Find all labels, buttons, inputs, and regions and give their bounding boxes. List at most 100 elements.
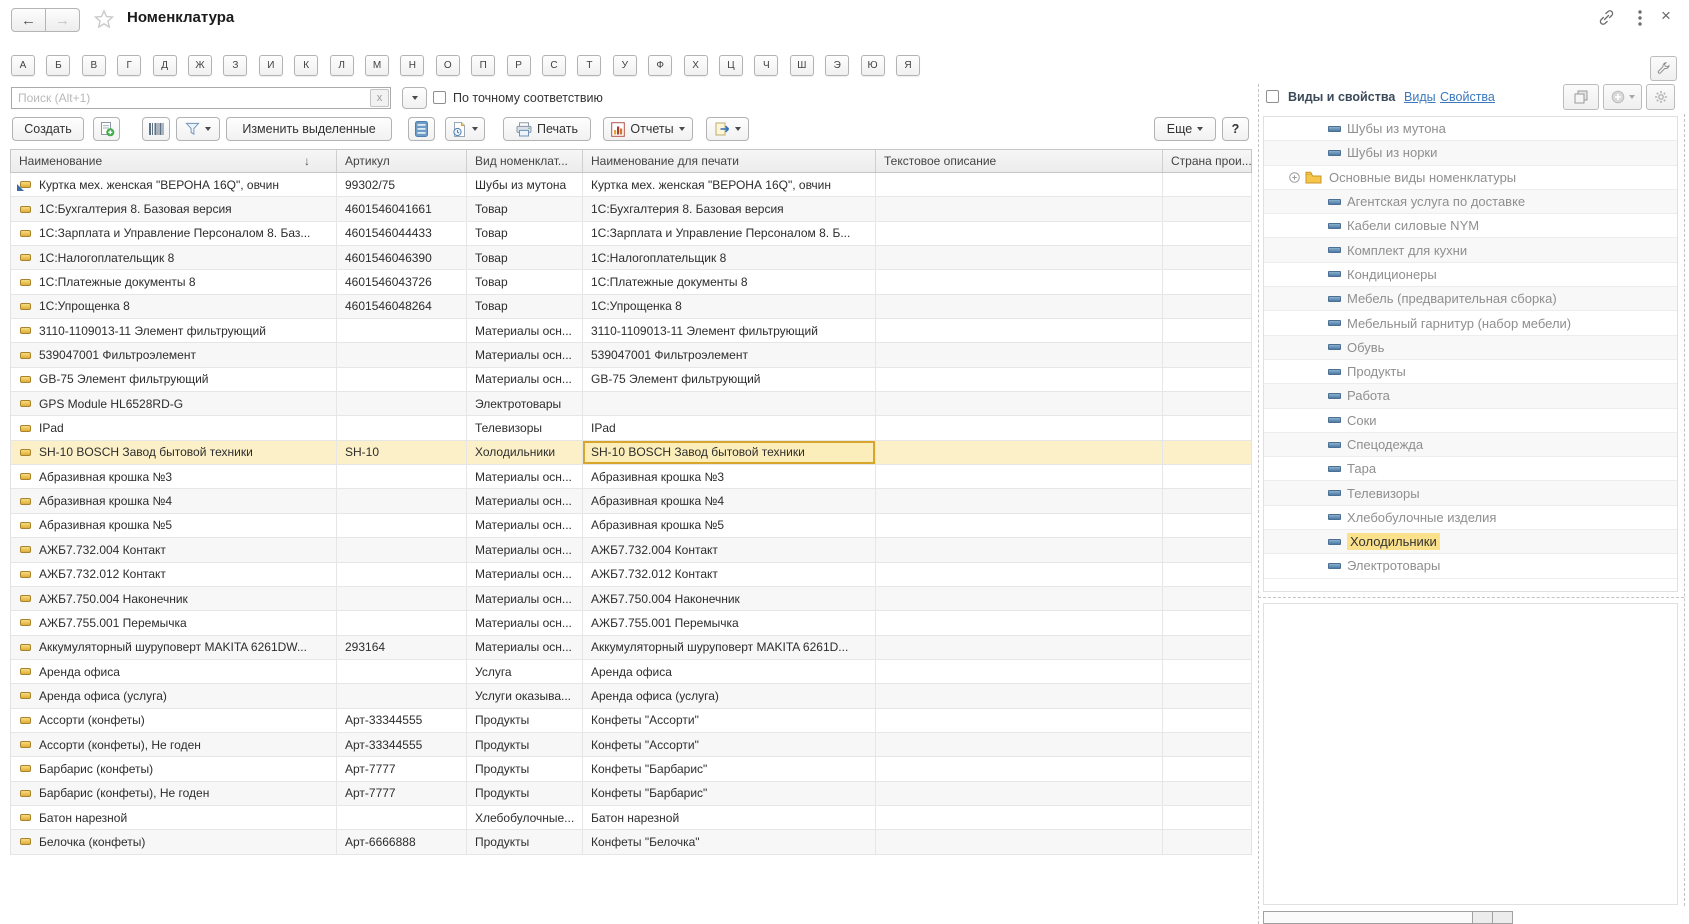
cell-country[interactable] — [1163, 563, 1251, 586]
cell-sku[interactable]: 4601546048264 — [337, 295, 467, 318]
cell-name[interactable]: 1С:Бухгалтерия 8. Базовая версия — [11, 197, 337, 220]
cell-name[interactable]: 1С:Платежные документы 8 — [11, 270, 337, 293]
alphabet-button-Ж[interactable]: Ж — [188, 55, 212, 76]
cell-country[interactable] — [1163, 587, 1251, 610]
table-row[interactable]: Аккумуляторный шуруповерт MAKITA 6261DW.… — [11, 636, 1251, 660]
cell-sku[interactable]: 4601546046390 — [337, 246, 467, 269]
cell-print-name[interactable]: Конфеты "Ассорти" — [583, 733, 876, 756]
cell-sku[interactable]: 4601546041661 — [337, 197, 467, 220]
table-row[interactable]: GPS Module HL6528RD-GЭлектротовары — [11, 392, 1251, 416]
cell-kind[interactable]: Материалы осн... — [467, 611, 583, 634]
cell-description[interactable] — [876, 392, 1163, 415]
table-row[interactable]: 1С:Упрощенка 84601546048264Товар1С:Упрощ… — [11, 295, 1251, 319]
cell-description[interactable] — [876, 246, 1163, 269]
table-row[interactable]: 1С:Бухгалтерия 8. Базовая версия46015460… — [11, 197, 1251, 221]
cell-sku[interactable] — [337, 684, 467, 707]
cell-sku[interactable] — [337, 514, 467, 537]
cell-print-name[interactable]: АЖБ7.750.004 Наконечник — [583, 587, 876, 610]
cell-kind[interactable]: Материалы осн... — [467, 343, 583, 366]
cell-country[interactable] — [1163, 392, 1251, 415]
cell-sku[interactable]: Арт-33344555 — [337, 709, 467, 732]
edit-selected-button[interactable]: Изменить выделенные — [226, 117, 392, 141]
cell-print-name[interactable]: Батон нарезной — [583, 806, 876, 829]
tree-item[interactable]: Кондиционеры — [1264, 263, 1677, 287]
cell-name[interactable]: АЖБ7.732.012 Контакт — [11, 563, 337, 586]
alphabet-button-Ц[interactable]: Ц — [719, 55, 743, 76]
cell-country[interactable] — [1163, 465, 1251, 488]
kinds-link[interactable]: Виды — [1404, 90, 1436, 104]
cell-sku[interactable] — [337, 392, 467, 415]
cell-kind[interactable]: Шубы из мутона — [467, 173, 583, 196]
alphabet-button-Ф[interactable]: Ф — [648, 55, 672, 76]
cell-name[interactable]: АЖБ7.750.004 Наконечник — [11, 587, 337, 610]
cell-name[interactable]: Абразивная крошка №5 — [11, 514, 337, 537]
clear-search-icon[interactable]: x — [370, 89, 389, 107]
cell-description[interactable] — [876, 684, 1163, 707]
alphabet-button-Р[interactable]: Р — [507, 55, 531, 76]
tree-item[interactable]: Мебель (предварительная сборка) — [1264, 287, 1677, 311]
cell-kind[interactable]: Продукты — [467, 782, 583, 805]
cell-country[interactable] — [1163, 295, 1251, 318]
cell-print-name[interactable]: Аренда офиса (услуга) — [583, 684, 876, 707]
table-row[interactable]: Абразивная крошка №3Материалы осн...Абра… — [11, 465, 1251, 489]
cell-kind[interactable]: Продукты — [467, 757, 583, 780]
tree-item[interactable]: Мебельный гарнитур (набор мебели) — [1264, 311, 1677, 335]
cell-print-name[interactable]: Конфеты "Белочка" — [583, 830, 876, 853]
exact-match-checkbox[interactable] — [433, 91, 446, 104]
cell-sku[interactable] — [337, 489, 467, 512]
cell-kind[interactable]: Услуги оказыва... — [467, 684, 583, 707]
cell-print-name[interactable]: 3110-1109013-11 Элемент фильтрующий — [583, 319, 876, 342]
cell-print-name[interactable]: Конфеты "Барбарис" — [583, 782, 876, 805]
table-row[interactable]: Абразивная крошка №5Материалы осн...Абра… — [11, 514, 1251, 538]
table-row[interactable]: GB-75 Элемент фильтрующийМатериалы осн..… — [11, 368, 1251, 392]
cell-kind[interactable]: Материалы осн... — [467, 319, 583, 342]
cell-country[interactable] — [1163, 489, 1251, 512]
cell-description[interactable] — [876, 343, 1163, 366]
alphabet-button-Т[interactable]: Т — [577, 55, 601, 76]
cell-description[interactable] — [876, 709, 1163, 732]
cell-print-name[interactable]: 1С:Платежные документы 8 — [583, 270, 876, 293]
cell-country[interactable] — [1163, 660, 1251, 683]
table-row[interactable]: Аренда офиса (услуга)Услуги оказыва...Ар… — [11, 684, 1251, 708]
tree-item[interactable]: Хлебобулочные изделия — [1264, 506, 1677, 530]
cell-sku[interactable] — [337, 416, 467, 439]
cell-print-name[interactable]: 1С:Налогоплательщик 8 — [583, 246, 876, 269]
cell-print-name[interactable] — [583, 392, 876, 415]
cell-description[interactable] — [876, 757, 1163, 780]
cell-name[interactable]: Аккумуляторный шуруповерт MAKITA 6261DW.… — [11, 636, 337, 659]
cell-description[interactable] — [876, 368, 1163, 391]
table-row[interactable]: АЖБ7.732.004 КонтактМатериалы осн...АЖБ7… — [11, 538, 1251, 562]
cell-print-name[interactable]: SH-10 BOSCH Завод бытовой техники — [583, 441, 876, 464]
cell-country[interactable] — [1163, 246, 1251, 269]
cell-description[interactable] — [876, 782, 1163, 805]
cell-kind[interactable]: Материалы осн... — [467, 636, 583, 659]
tree-item[interactable]: Работа — [1264, 384, 1677, 408]
cell-name[interactable]: 1С:Налогоплательщик 8 — [11, 246, 337, 269]
alphabet-button-Э[interactable]: Э — [825, 55, 849, 76]
bottom-scrollbar[interactable] — [1263, 911, 1513, 924]
cell-kind[interactable]: Товар — [467, 270, 583, 293]
scrollbar-button-left[interactable] — [1472, 912, 1492, 923]
cell-name[interactable]: IPad — [11, 416, 337, 439]
cell-kind[interactable]: Материалы осн... — [467, 538, 583, 561]
table-row[interactable]: Ассорти (конфеты), Не годенАрт-33344555П… — [11, 733, 1251, 757]
cell-sku[interactable] — [337, 587, 467, 610]
cell-kind[interactable]: Продукты — [467, 709, 583, 732]
tree-item[interactable]: Продукты — [1264, 360, 1677, 384]
cell-name[interactable]: GPS Module HL6528RD-G — [11, 392, 337, 415]
cell-name[interactable]: 1С:Упрощенка 8 — [11, 295, 337, 318]
create-group-button[interactable] — [93, 117, 120, 141]
gear-button[interactable] — [1646, 84, 1675, 110]
reports-button[interactable]: Отчеты — [603, 117, 693, 141]
forward-button[interactable]: → — [45, 8, 80, 32]
cell-country[interactable] — [1163, 757, 1251, 780]
cell-sku[interactable]: Арт-6666888 — [337, 830, 467, 853]
tree-item[interactable]: Соки — [1264, 409, 1677, 433]
table-row[interactable]: Барбарис (конфеты), Не годенАрт-7777Прод… — [11, 782, 1251, 806]
cell-print-name[interactable]: 539047001 Фильтроэлемент — [583, 343, 876, 366]
alphabet-button-Ш[interactable]: Ш — [790, 55, 814, 76]
cell-name[interactable]: Аренда офиса — [11, 660, 337, 683]
cell-country[interactable] — [1163, 538, 1251, 561]
cell-kind[interactable]: Товар — [467, 222, 583, 245]
kinds-properties-checkbox[interactable] — [1266, 90, 1279, 103]
